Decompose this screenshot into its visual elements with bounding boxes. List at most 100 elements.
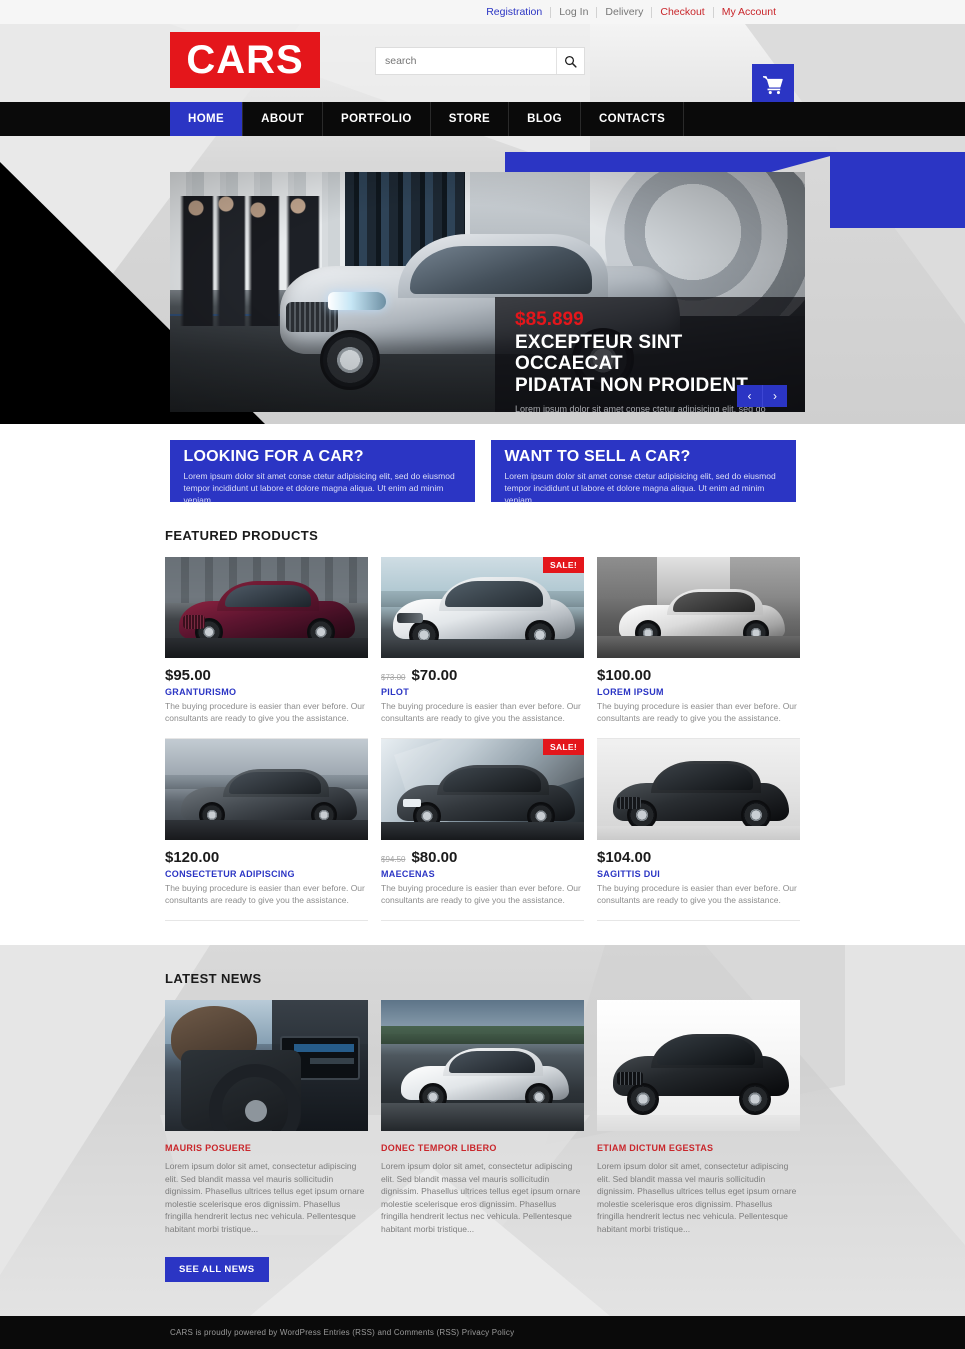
utility-link-checkout[interactable]: Checkout: [652, 6, 714, 18]
latest-news-inner: LATEST NEWS MAURIS POSUERE Lorem ipsum d…: [165, 945, 800, 1282]
search-button[interactable]: [556, 48, 584, 74]
news-item[interactable]: DONEC TEMPOR LIBERO Lorem ipsum dolor si…: [381, 1000, 584, 1235]
product-price-line: $94.50 $80.00: [381, 849, 584, 866]
news-title[interactable]: MAURIS POSUERE: [165, 1143, 368, 1153]
hero-controls: ‹ ›: [737, 385, 787, 407]
product-card[interactable]: $100.00 LOREM IPSUM The buying procedure…: [597, 557, 800, 739]
news-item[interactable]: ETIAM DICTUM EGESTAS Lorem ipsum dolor s…: [597, 1000, 800, 1235]
latest-news-title: LATEST NEWS: [165, 971, 262, 986]
product-name[interactable]: SAGITTIS DUI: [597, 869, 800, 879]
hero-prev-button[interactable]: ‹: [737, 385, 762, 407]
product-description: The buying procedure is easier than ever…: [381, 883, 581, 905]
product-price: $80.00: [411, 849, 458, 866]
car-interior-image: [165, 1000, 368, 1131]
utility-link-registration[interactable]: Registration: [478, 6, 552, 18]
news-thumbnail[interactable]: [165, 1000, 368, 1131]
product-name[interactable]: LOREM IPSUM: [597, 687, 800, 697]
product-thumbnail[interactable]: [165, 557, 368, 658]
nav-item-blog[interactable]: BLOG: [509, 102, 581, 136]
product-name[interactable]: PILOT: [381, 687, 584, 697]
product-price: $120.00: [165, 849, 220, 866]
product-thumbnail[interactable]: [597, 739, 800, 840]
footer-text: CARS is proudly powered by WordPress Ent…: [170, 1328, 515, 1337]
top-zone: CARS search HOME ABOUT PORTFOLIO STORE B…: [0, 24, 965, 424]
product-description: The buying procedure is easier than ever…: [165, 701, 365, 723]
product-name[interactable]: CONSECTETUR ADIPISCING: [165, 869, 368, 879]
page-root: Registration Log In Delivery Checkout My…: [0, 0, 965, 1349]
news-text: Lorem ipsum dolor sit amet, consectetur …: [381, 1161, 581, 1234]
product-old-price: $73.00: [381, 673, 406, 682]
callout-title: LOOKING FOR A CAR?: [183, 448, 364, 465]
callout-text: Lorem ipsum dolor sit amet conse ctetur …: [504, 471, 776, 505]
utility-bar: Registration Log In Delivery Checkout My…: [0, 0, 965, 24]
nav-item-portfolio[interactable]: PORTFOLIO: [323, 102, 431, 136]
callout-want-to-sell-a-car[interactable]: WANT TO SELL A CAR? Lorem ipsum dolor si…: [490, 440, 796, 505]
site-footer: CARS is proudly powered by WordPress Ent…: [0, 1316, 965, 1349]
car-black-sedan-image: [597, 1000, 800, 1131]
product-price: $100.00: [597, 667, 652, 684]
car-image-consectetur-adipiscing: [165, 739, 368, 840]
nav-item-home[interactable]: HOME: [170, 102, 244, 136]
site-logo[interactable]: CARS: [170, 32, 320, 88]
utility-link-login[interactable]: Log In: [551, 6, 598, 18]
product-old-price: $94.50: [381, 855, 406, 864]
see-all-news-button[interactable]: SEE ALL NEWS: [165, 1257, 269, 1282]
car-track-image: [381, 1000, 584, 1131]
product-price-line: $95.00: [165, 667, 368, 684]
search-box: [375, 47, 585, 75]
news-title[interactable]: ETIAM DICTUM EGESTAS: [597, 1143, 800, 1153]
news-text: Lorem ipsum dolor sit amet, consectetur …: [597, 1161, 797, 1234]
news-title[interactable]: DONEC TEMPOR LIBERO: [381, 1143, 584, 1153]
product-thumbnail[interactable]: SALE!: [381, 739, 584, 840]
main-navigation-bar: HOME ABOUT PORTFOLIO STORE BLOG CONTACTS: [0, 102, 965, 136]
hero-slider[interactable]: $85.899 EXCEPTEUR SINT OCCAECAT PIDATAT …: [170, 172, 805, 412]
news-item[interactable]: MAURIS POSUERE Lorem ipsum dolor sit ame…: [165, 1000, 368, 1235]
utility-link-delivery[interactable]: Delivery: [597, 6, 653, 18]
callout-looking-for-a-car[interactable]: LOOKING FOR A CAR? Lorem ipsum dolor sit…: [169, 440, 475, 505]
news-thumbnail[interactable]: [381, 1000, 584, 1131]
product-card[interactable]: $120.00 CONSECTETUR ADIPISCING The buyin…: [165, 739, 368, 921]
product-price-line: $73.00 $70.00: [381, 667, 584, 684]
product-description: The buying procedure is easier than ever…: [165, 883, 365, 905]
product-thumbnail[interactable]: [165, 739, 368, 840]
site-logo-text: CARS: [186, 38, 304, 82]
product-description: The buying procedure is easier than ever…: [381, 701, 581, 723]
product-description: The buying procedure is easier than ever…: [597, 701, 797, 723]
nav-item-contacts[interactable]: CONTACTS: [581, 102, 685, 136]
hero-next-button[interactable]: ›: [762, 385, 787, 407]
latest-news-grid: MAURIS POSUERE Lorem ipsum dolor sit ame…: [165, 1000, 800, 1235]
shopping-cart-icon: [763, 76, 783, 95]
product-card[interactable]: SALE! $73.00 $70.00 PILOT The buying pro…: [381, 557, 584, 739]
sale-badge: SALE!: [543, 557, 584, 573]
featured-products-section: FEATURED PRODUCTS $95.00 GRANTURISMO The…: [165, 502, 800, 921]
news-thumbnail[interactable]: [597, 1000, 800, 1131]
nav-item-about[interactable]: ABOUT: [243, 102, 323, 136]
product-price: $70.00: [411, 667, 458, 684]
featured-products-title: FEATURED PRODUCTS: [165, 528, 319, 543]
product-price-line: $120.00: [165, 849, 368, 866]
product-thumbnail[interactable]: [597, 557, 800, 658]
site-header: CARS: [0, 24, 965, 106]
product-name[interactable]: GRANTURISMO: [165, 687, 368, 697]
search-input[interactable]: [376, 48, 556, 74]
product-card[interactable]: $104.00 SAGITTIS DUI The buying procedur…: [597, 739, 800, 921]
product-price-line: $104.00: [597, 849, 800, 866]
sale-badge: SALE!: [543, 739, 584, 755]
product-name[interactable]: MAECENAS: [381, 869, 584, 879]
product-thumbnail[interactable]: SALE!: [381, 557, 584, 658]
nav-item-store[interactable]: STORE: [431, 102, 510, 136]
latest-news-section: LATEST NEWS MAURIS POSUERE Lorem ipsum d…: [0, 945, 965, 1316]
product-description: The buying procedure is easier than ever…: [597, 883, 797, 905]
product-card[interactable]: SALE! $94.50 $80.00 MAECENAS The buying …: [381, 739, 584, 921]
product-card[interactable]: $95.00 GRANTURISMO The buying procedure …: [165, 557, 368, 739]
car-image-sagittis-dui: [597, 739, 800, 840]
callout-text: Lorem ipsum dolor sit amet conse ctetur …: [183, 471, 455, 505]
search-icon: [564, 55, 577, 68]
product-price: $104.00: [597, 849, 652, 866]
product-price: $95.00: [165, 667, 211, 684]
cart-button[interactable]: [752, 64, 794, 106]
car-image-granturismo: [165, 557, 368, 658]
utility-link-my-account[interactable]: My Account: [714, 6, 776, 18]
news-text: Lorem ipsum dolor sit amet, consectetur …: [165, 1161, 365, 1234]
callout-row: LOOKING FOR A CAR? Lorem ipsum dolor sit…: [0, 424, 965, 505]
